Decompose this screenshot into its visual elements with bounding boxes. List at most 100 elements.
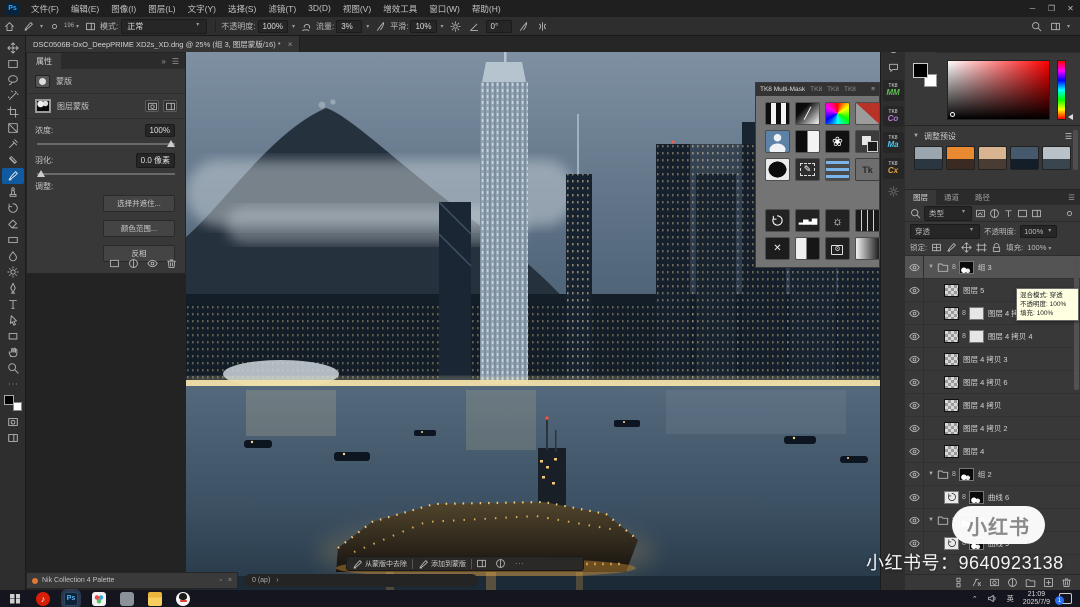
nik-close-icon[interactable]: × <box>228 577 232 584</box>
quick-select-tool[interactable] <box>2 88 24 104</box>
crop-tool[interactable] <box>2 104 24 120</box>
dock-tk8-co-button[interactable]: TK8Co <box>883 106 904 127</box>
layer-row-7[interactable]: 图层 4 拷贝 2 <box>905 417 1080 440</box>
preset-2[interactable] <box>946 146 975 170</box>
lock-pixels-icon[interactable] <box>946 242 957 253</box>
flow-value[interactable]: 3% <box>336 20 362 33</box>
blur-tool[interactable] <box>2 248 24 264</box>
layer-thumbnail[interactable] <box>944 422 959 435</box>
speaker-icon[interactable] <box>987 593 998 604</box>
density-slider[interactable] <box>37 143 175 145</box>
hand-tool[interactable] <box>2 344 24 360</box>
layers-scrollbar[interactable] <box>1074 260 1079 390</box>
lock-transparency-icon[interactable] <box>931 242 942 253</box>
menu-11[interactable]: 帮助(H) <box>466 3 507 15</box>
layer-row-3[interactable]: 8图层 4 拷贝 4 <box>905 325 1080 348</box>
tk8-filmstrip-button[interactable] <box>855 209 880 232</box>
visibility-eye-icon[interactable] <box>905 325 924 347</box>
tab-layers-1[interactable]: 通道 <box>936 190 967 205</box>
path-select-tool[interactable] <box>2 312 24 328</box>
expand-chevron-icon[interactable]: ▼ <box>928 471 934 477</box>
filter-pixel-icon[interactable] <box>975 208 986 219</box>
tk8-curves-button[interactable] <box>765 209 790 232</box>
tk8-bw-split-button[interactable] <box>795 130 820 153</box>
select-mask-icon[interactable] <box>145 100 159 112</box>
frame-tool[interactable] <box>2 120 24 136</box>
new-group-icon[interactable] <box>1025 577 1036 588</box>
opacity-value[interactable]: 100% <box>258 20 288 33</box>
density-value[interactable]: 100% <box>145 124 175 137</box>
layer-thumbnail[interactable] <box>944 330 959 343</box>
tab-layers-0[interactable]: 图层 <box>905 190 936 205</box>
taskbar-clock[interactable]: 21:09 2025/7/9 <box>1023 591 1050 607</box>
layer-row-6[interactable]: 图层 4 拷贝 <box>905 394 1080 417</box>
eraser-tool[interactable] <box>2 216 24 232</box>
tk8-flatten-button[interactable]: ✕ <box>765 237 790 260</box>
delete-mask-icon[interactable] <box>166 258 177 269</box>
add-to-mask-button[interactable]: 添加到蒙版 <box>413 559 471 569</box>
pen-tool[interactable] <box>2 280 24 296</box>
chevron-down-icon[interactable]: ▼ <box>913 133 919 139</box>
layer-row-9[interactable]: ▼8组 2 <box>905 463 1080 486</box>
tab-layers-menu-icon[interactable]: ☰ <box>1060 190 1080 205</box>
layer-opacity-value[interactable]: 100%▾ <box>1020 225 1057 238</box>
mask-link-icon[interactable] <box>163 100 177 112</box>
tk8-red-triangle-button[interactable] <box>855 102 880 125</box>
menu-0[interactable]: 文件(F) <box>25 3 65 15</box>
menu-4[interactable]: 文字(Y) <box>182 3 222 15</box>
home-icon[interactable] <box>2 19 17 34</box>
menu-5[interactable]: 选择(S) <box>222 3 262 15</box>
visibility-eye-icon[interactable] <box>905 371 924 393</box>
visibility-eye-icon[interactable] <box>905 440 924 462</box>
tk8-brightness-button[interactable]: ☼ <box>825 209 850 232</box>
foreground-background-swatch[interactable] <box>913 63 937 87</box>
document-tab[interactable]: DSC0506B-DxO_DeepPRIME XD2s_XD.dng @ 25%… <box>26 36 300 52</box>
presets-title[interactable]: 调整预设 <box>924 131 956 142</box>
smoothing-value[interactable]: 10% <box>410 20 436 33</box>
minimize-icon[interactable]: ─ <box>1023 0 1042 17</box>
adjustment-mask-thumbnail[interactable] <box>969 491 984 504</box>
tk8-gradient-h-button[interactable] <box>855 237 880 260</box>
feather-slider[interactable] <box>37 173 175 175</box>
saturation-picker[interactable] <box>947 60 1050 120</box>
add-mask-icon[interactable] <box>989 577 1000 588</box>
layer-thumbnail[interactable] <box>944 307 959 320</box>
filter-shape-icon[interactable] <box>1017 208 1028 219</box>
expand-chevron-icon[interactable]: ▼ <box>928 517 934 523</box>
delete-layer-icon[interactable] <box>1061 577 1072 588</box>
layer-row-0[interactable]: ▼8组 3 <box>905 256 1080 279</box>
load-selection-icon[interactable] <box>109 258 120 269</box>
search-icon[interactable] <box>1029 19 1044 34</box>
menu-1[interactable]: 编辑(E) <box>65 3 105 15</box>
visibility-eye-icon[interactable] <box>905 394 924 416</box>
healing-brush-tool[interactable] <box>2 152 24 168</box>
layer-thumbnail[interactable] <box>944 376 959 389</box>
visibility-eye-icon[interactable] <box>905 256 924 278</box>
dock-tk8-ma-button[interactable]: TK8Ma <box>883 132 904 153</box>
subtract-from-mask-button[interactable]: 从蒙版中去除 <box>347 559 412 569</box>
disable-mask-icon[interactable] <box>147 258 158 269</box>
history-brush-tool[interactable] <box>2 200 24 216</box>
menu-10[interactable]: 窗口(W) <box>423 3 466 15</box>
tab-layers-2[interactable]: 路径 <box>967 190 998 205</box>
layer-thumbnail[interactable] <box>944 399 959 412</box>
blend-mode-select[interactable]: 正常▾ <box>121 19 207 34</box>
netease-music-app[interactable]: ♪ <box>36 592 50 606</box>
lock-position-icon[interactable] <box>961 242 972 253</box>
brush-tool[interactable] <box>2 168 24 184</box>
feather-value[interactable]: 0.0 像素 <box>136 153 175 168</box>
menu-9[interactable]: 增效工具 <box>377 3 423 15</box>
tk8-panel-menu-icon[interactable]: ≡ <box>871 86 875 93</box>
presets-scrollbar[interactable] <box>1073 130 1078 170</box>
layer-thumbnail[interactable] <box>944 353 959 366</box>
close-icon[interactable]: ✕ <box>1061 0 1080 17</box>
notification-center-icon[interactable]: 1 <box>1059 593 1072 604</box>
visibility-eye-icon[interactable] <box>905 486 924 508</box>
dodge-tool[interactable] <box>2 264 24 280</box>
presets-list-icon[interactable]: ☰ <box>1065 132 1072 141</box>
input-language-indicator[interactable]: 英 <box>1007 594 1014 604</box>
filter-type-text-icon[interactable] <box>1003 208 1014 219</box>
gradient-tool[interactable] <box>2 232 24 248</box>
tk8-half-split-button[interactable] <box>795 237 820 260</box>
tk8-copy-squares-button[interactable] <box>855 130 880 153</box>
